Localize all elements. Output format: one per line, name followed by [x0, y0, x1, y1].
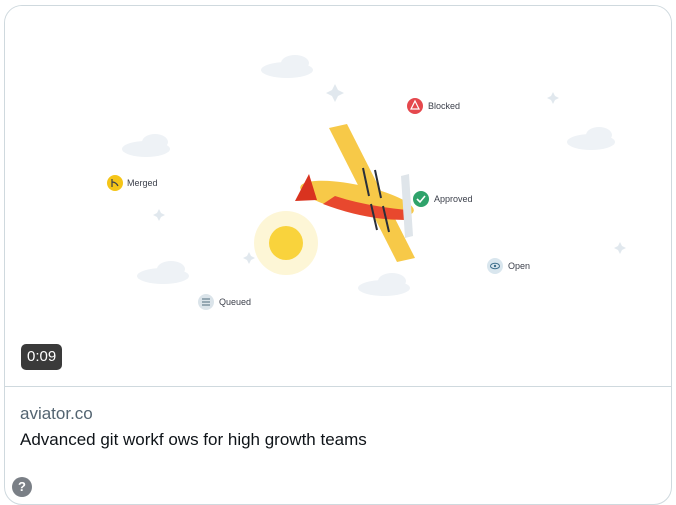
- status-merged: Merged: [107, 175, 158, 191]
- status-blocked-label: Blocked: [428, 101, 460, 111]
- link-domain[interactable]: aviator.co: [20, 403, 671, 425]
- status-queued: Queued: [198, 294, 251, 310]
- status-open-label: Open: [508, 261, 530, 271]
- status-blocked: Blocked: [407, 98, 460, 114]
- video-player[interactable]: Blocked Merged Approved Open Queued 0:09: [5, 6, 671, 387]
- check-icon: [413, 191, 429, 207]
- sun-icon: [269, 226, 303, 260]
- link-preview-card[interactable]: Blocked Merged Approved Open Queued 0:09…: [4, 5, 672, 505]
- aviator-illustration: Blocked Merged Approved Open Queued: [107, 55, 626, 310]
- help-icon[interactable]: ?: [12, 477, 32, 497]
- video-duration-badge: 0:09: [21, 344, 63, 370]
- status-approved: Approved: [413, 191, 473, 207]
- card-meta[interactable]: aviator.co Advanced git workf ows for hi…: [5, 387, 671, 451]
- link-title[interactable]: Advanced git workf ows for high growth t…: [20, 429, 671, 451]
- status-approved-label: Approved: [434, 194, 473, 204]
- status-queued-label: Queued: [219, 297, 251, 307]
- status-open: Open: [487, 258, 530, 274]
- status-merged-label: Merged: [127, 178, 158, 188]
